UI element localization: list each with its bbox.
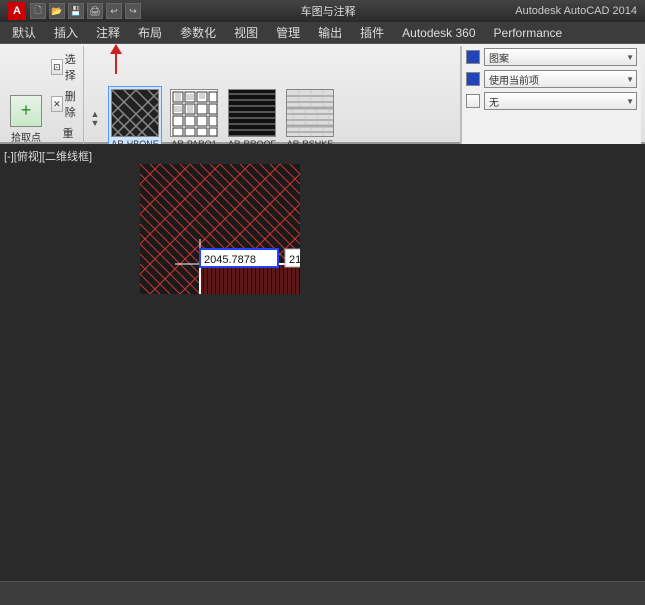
title-left: A 🗋 📂 💾 🖨 ↩ ↪ [8,2,141,20]
drawing: 2045.7878 2160.7143 [0,144,300,294]
right-row-3: 无 ▼ [466,92,637,110]
ribbon: + 拾取点 ⊡ 选择 ✕ 删除 ↺ 重新创建 [0,44,645,144]
title-right: Autodesk AutoCAD 2014 [515,5,637,17]
arrow-shaft [115,54,117,74]
select-btn[interactable]: ⊡ 选择 [48,50,83,84]
right-row-1: 图案 ▼ [466,48,637,66]
menu-manage[interactable]: 管理 [268,22,308,43]
menu-default[interactable]: 默认 [4,22,44,43]
delete-icon: ✕ [51,96,63,112]
dropdown-current-arrow: ▼ [626,75,634,84]
status-bar [0,581,645,605]
pickup-label: 拾取点 [11,129,41,144]
menu-parametric[interactable]: 参数化 [172,22,224,43]
title-center: 车图与注释 [301,3,356,19]
menu-plugins[interactable]: 插件 [352,22,392,43]
svg-text:2160.7143: 2160.7143 [289,254,300,266]
ar-rshke-preview [286,89,334,137]
print-btn[interactable]: 🖨 [87,3,103,19]
redo-btn[interactable]: ↪ [125,3,141,19]
pattern-ar-rshke[interactable]: AR-RSHKE [284,87,336,151]
ar-rroof-preview [228,89,276,137]
undo-btn[interactable]: ↩ [106,3,122,19]
menu-a360[interactable]: Autodesk 360 [394,24,483,42]
menu-performance[interactable]: Performance [486,24,571,42]
pattern-ar-rroof[interactable]: AR-RROOF [226,87,278,151]
checkbox-none[interactable] [466,94,480,108]
select-icon: ⊡ [51,59,63,75]
dropdown-none-text: 无 [489,94,499,109]
open-btn[interactable]: 📂 [49,3,65,19]
menu-output[interactable]: 输出 [310,22,350,43]
title-toolbar-icons: 🗋 📂 💾 🖨 ↩ ↪ [30,3,141,19]
right-row-2: 使用当前项 ▼ [466,70,637,88]
save-btn[interactable]: 💾 [68,3,84,19]
dropdown-current[interactable]: 使用当前项 ▼ [484,70,637,88]
dropdown-none-arrow: ▼ [626,97,634,106]
menu-view[interactable]: 视图 [226,22,266,43]
pattern-ar-parq1[interactable]: AR-PARQ1 [168,87,220,151]
delete-label: 删除 [65,88,80,120]
scroll-up-btn[interactable]: ▲ ▼ [88,108,102,130]
pickup-point-btn[interactable]: + 拾取点 [8,89,44,149]
pattern-ar-hbone[interactable]: AR-HBONE [108,86,162,152]
toolbar-arrow [110,44,122,74]
pickup-icon: + [10,95,42,127]
menu-annotate[interactable]: 注释 [88,22,128,43]
dropdown-none[interactable]: 无 ▼ [484,92,637,110]
canvas-area: [-][俯视][二维线框] [0,144,645,581]
checkbox-current[interactable] [466,72,480,86]
dropdown-pattern[interactable]: 图案 ▼ [484,48,637,66]
dropdown-current-text: 使用当前项 [489,72,539,87]
menu-layout[interactable]: 布局 [130,22,170,43]
down-arrow-icon: ▼ [91,119,100,128]
menu-insert[interactable]: 插入 [46,22,86,43]
dropdown-pattern-text: 图案 [489,50,509,65]
new-btn[interactable]: 🗋 [30,3,46,19]
title-bar: A 🗋 📂 💾 🖨 ↩ ↪ 车图与注释 Autodesk AutoCAD 201… [0,0,645,22]
arrow-head [110,44,122,54]
select-label: 选择 [65,51,80,83]
view-label: [-][俯视][二维线框] [4,148,92,164]
autocad-logo: A [8,2,26,20]
ar-parq1-preview [170,89,218,137]
ar-hbone-preview [111,89,159,137]
svg-text:2045.7878: 2045.7878 [204,254,256,266]
menu-bar: 默认 插入 注释 布局 参数化 视图 管理 输出 插件 Autodesk 360… [0,22,645,44]
delete-btn[interactable]: ✕ 删除 [48,87,83,121]
dropdown-pattern-arrow: ▼ [626,53,634,62]
checkbox-pattern[interactable] [466,50,480,64]
